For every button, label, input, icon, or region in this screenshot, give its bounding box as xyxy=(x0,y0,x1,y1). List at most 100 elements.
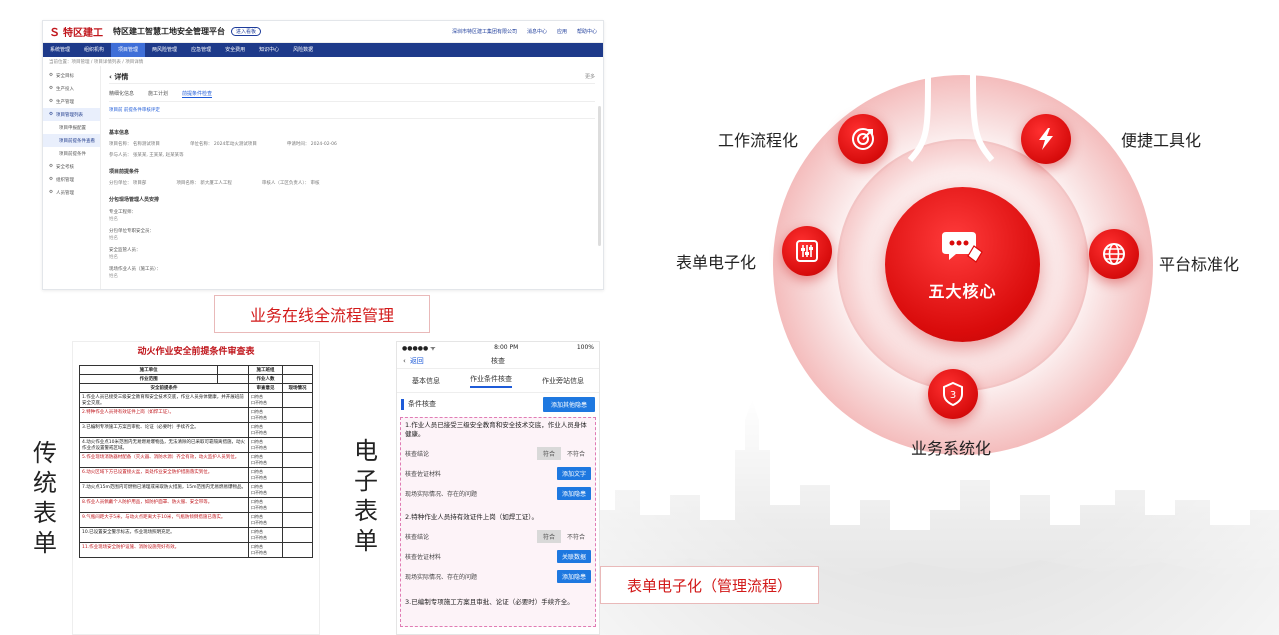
check-cell[interactable]: 口符合 口不符合 xyxy=(248,392,283,408)
condition-cell: 2.特种作业人员持有效证件上岗（如焊工证）。 xyxy=(79,407,249,423)
sliders-icon xyxy=(796,240,818,262)
check-cell[interactable]: 口符合 口不符合 xyxy=(248,467,283,483)
sidebar-item[interactable]: ⚙ 安全考核 xyxy=(43,160,100,173)
site-cell xyxy=(282,437,313,453)
add-hazard-button[interactable]: 添加隐患 xyxy=(556,569,591,583)
header-cell: 作业范围 xyxy=(78,374,219,384)
paper-form: 动火作业安全前提条件审查表 施工单位 施工班组 作业范围 作业人数 安全前提条件… xyxy=(72,341,320,635)
seg-option[interactable]: 符合 xyxy=(536,529,561,543)
info-cell: 项目名称： 新大厦工人工程 xyxy=(176,181,232,186)
more-button[interactable]: 更多 xyxy=(585,73,595,80)
topbar-links: 深圳市特区建工集团有限公司 消息中心 应用 帮助中心 xyxy=(452,28,597,35)
check-cell[interactable]: 口符合 口不符合 xyxy=(248,527,283,543)
check-question: 2.特种作业人员持有效证件上岗（如焊工证）。 xyxy=(405,513,538,521)
desktop-body: ⚙ 安全目标 ⚙ 生产投入 ⚙ 生产管理 ⚙ 项目管理列表 项目申报配置 项目前… xyxy=(43,66,603,289)
tab-active[interactable]: 作业条件核查 xyxy=(470,374,512,388)
sidebar: ⚙ 安全目标 ⚙ 生产投入 ⚙ 生产管理 ⚙ 项目管理列表 项目申报配置 项目前… xyxy=(43,66,101,289)
condition-cell: 9.气瓶间距大于5米，与动火点距离大于10米，气瓶防倾倒措施已落实。 xyxy=(79,512,249,528)
section-title: 项目前提条件 xyxy=(109,169,140,175)
tab[interactable]: 施工计划 xyxy=(148,90,168,98)
check-cell[interactable]: 口符合 口不符合 xyxy=(248,422,283,438)
header-cell: 审查意见 xyxy=(248,383,283,393)
check-items: 1.作业人员已接受三级安全教育和安全技术交底，作业人员身体健康。 核查结论 符合… xyxy=(400,417,596,627)
chevron-left-icon: ‹ xyxy=(403,356,406,365)
form-row: 9.气瓶间距大于5米，与动火点距离大于10米，气瓶防倾倒措施已落实。 口符合 口不符… xyxy=(79,512,313,528)
node-tools[interactable] xyxy=(1021,114,1071,164)
info-cell: 项目名称： 名称测试项目 xyxy=(109,142,160,147)
back-button[interactable]: ‹ 返回 xyxy=(403,356,424,366)
app-link[interactable]: 应用 xyxy=(557,28,567,35)
site-cell xyxy=(282,512,313,528)
result-segment[interactable]: 符合 不符合 xyxy=(536,529,591,543)
check-question: 3.已编制专项施工方案且审批、论证（必要时）手续齐全。 xyxy=(405,598,574,606)
tab-active[interactable]: 前提条件检查 xyxy=(182,90,213,98)
check-cell[interactable]: 口符合 口不符合 xyxy=(248,512,283,528)
org-selector[interactable]: 深圳市特区建工集团有限公司 xyxy=(452,28,517,35)
message-link[interactable]: 消息中心 xyxy=(527,28,547,35)
dashboard-button[interactable]: 进入看板 xyxy=(231,27,262,36)
section-title: 分包现场管理人员安排 xyxy=(109,197,160,203)
add-text-button[interactable]: 添加文字 xyxy=(556,466,591,480)
logo-s-icon: Ｓ xyxy=(49,25,60,39)
site-cell xyxy=(282,452,313,468)
header-cell: 施工单位 xyxy=(78,365,219,375)
nav-item[interactable]: 两风险管理 xyxy=(145,43,184,57)
add-hazard-button[interactable]: 添加隐患 xyxy=(556,486,591,500)
sidebar-item[interactable]: ⚙ 人员管理 xyxy=(43,186,100,199)
check-line: 核查结论 符合 不符合 xyxy=(405,443,591,463)
breadcrumb: 当前位置：项目管理 / 项目详情列表 / 项目详情 xyxy=(49,60,144,65)
sidebar-subitem[interactable]: 项目前提条件 xyxy=(43,147,100,160)
check-cell[interactable]: 口符合 口不符合 xyxy=(248,437,283,453)
node-business[interactable]: 3 xyxy=(928,369,978,419)
tab[interactable]: 作业旁站信息 xyxy=(542,376,584,386)
result-segment[interactable]: 符合 不符合 xyxy=(536,446,591,460)
node-workflow[interactable] xyxy=(838,114,888,164)
sidebar-item[interactable]: ⚙ 生产投入 xyxy=(43,82,100,95)
mobile-navbar: ‹ 返回 核查 xyxy=(397,353,599,369)
form-row: 4.动火作业点10米范围内无易燃易爆物品，无法清除的已采取可靠隔离措施，动火作业… xyxy=(79,437,313,453)
field: 专业工程师： 姓名 xyxy=(109,210,136,222)
form-row: 3.已编制专项施工方案且审批、论证（必要时）手续齐全。 口符合 口不符合 xyxy=(79,422,313,438)
check-cell[interactable]: 口符合 口不符合 xyxy=(248,452,283,468)
node-platform[interactable] xyxy=(1089,229,1139,279)
info-cell: 单位名称： 2024年动火测试项目 xyxy=(189,142,257,147)
form-row: 6.动火区域下方已设置接火盆，高处作业安全防护措施落实到位。 口符合 口不符合 xyxy=(79,467,313,483)
target-arrow-icon xyxy=(852,128,874,150)
nav-item[interactable]: 系统管理 xyxy=(43,43,77,57)
check-cell[interactable]: 口符合 口不符合 xyxy=(248,482,283,498)
sidebar-subitem[interactable]: 项目申报配置 xyxy=(43,121,100,134)
blank-cell xyxy=(282,374,313,384)
check-line: 现场实际情况、存在的问题 添加隐患 xyxy=(405,566,591,586)
sidebar-item-active[interactable]: ⚙ 项目管理列表 xyxy=(43,108,100,121)
sub-link[interactable]: 项目前 前提条件审核评定 xyxy=(109,102,595,119)
condition-cell: 11.作业现场安全防护设施、消防设施完好有效。 xyxy=(79,542,249,558)
check-cell[interactable]: 口符合 口不符合 xyxy=(248,542,283,558)
tab[interactable]: 基本信息 xyxy=(412,376,440,386)
nav-item[interactable]: 风险数据 xyxy=(286,43,320,57)
check-cell[interactable]: 口符合 口不符合 xyxy=(248,407,283,423)
site-cell xyxy=(282,392,313,408)
logo-text: 特区建工 xyxy=(63,28,103,39)
tab[interactable]: 精细化信息 xyxy=(109,90,134,98)
seg-option[interactable]: 不符合 xyxy=(561,530,591,543)
sidebar-item[interactable]: ⚙ 组织管理 xyxy=(43,173,100,186)
help-link[interactable]: 帮助中心 xyxy=(577,28,597,35)
nav-item[interactable]: 组织机构 xyxy=(77,43,111,57)
node-forms[interactable] xyxy=(782,226,832,276)
check-cell[interactable]: 口符合 口不符合 xyxy=(248,497,283,513)
sidebar-item[interactable]: ⚙ 生产管理 xyxy=(43,95,100,108)
lightning-icon xyxy=(1039,128,1053,150)
seg-option[interactable]: 不符合 xyxy=(561,447,591,460)
nav-item[interactable]: 安全费用 xyxy=(218,43,252,57)
seg-option[interactable]: 符合 xyxy=(536,446,561,460)
chat-bubble-icon xyxy=(941,231,983,263)
nav-item-active[interactable]: 项目管理 xyxy=(111,43,146,57)
sidebar-subitem-active[interactable]: 项目前提条件查看 xyxy=(43,134,100,147)
nav-item[interactable]: 应急管理 xyxy=(184,43,218,57)
site-cell xyxy=(282,527,313,543)
sidebar-item[interactable]: ⚙ 安全目标 xyxy=(43,69,100,82)
link-data-button[interactable]: 关联数据 xyxy=(556,549,591,563)
add-hazard-button[interactable]: 添加其他隐患 xyxy=(542,396,595,412)
nav-item[interactable]: 知识中心 xyxy=(252,43,286,57)
scrollbar[interactable] xyxy=(598,106,601,246)
